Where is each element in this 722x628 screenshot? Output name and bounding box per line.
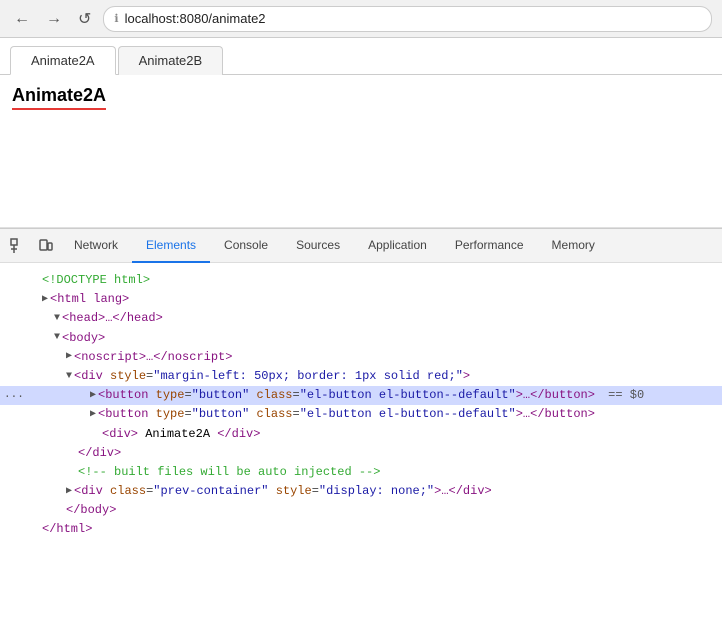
expand-arrow[interactable]: ▶ [90, 388, 96, 404]
expand-arrow[interactable]: ▶ [66, 484, 72, 500]
code-text: = [184, 405, 191, 424]
code-text: >…</div> [434, 482, 492, 501]
devtools-tab-sources[interactable]: Sources [282, 229, 354, 263]
code-line-body-close: </body> [0, 501, 722, 520]
device-toolbar-button[interactable] [32, 234, 60, 258]
code-text: "prev-container" [153, 482, 268, 501]
code-text: Animate2A [145, 425, 217, 444]
code-line-div-style: ▼ <div style="margin-left: 50px; border:… [0, 367, 722, 386]
reload-button[interactable]: ↺ [74, 7, 95, 31]
code-text: >…</button> [516, 386, 595, 405]
code-line-button-1[interactable]: ... ▶ <button type="button" class="el-bu… [0, 386, 722, 405]
code-text: <html lang> [50, 290, 129, 309]
code-text: > [463, 367, 470, 386]
page-heading: Animate2A [12, 85, 106, 110]
code-text: </div> [78, 444, 121, 463]
code-text: <div [74, 367, 110, 386]
page-content: Animate2A Animate2B Animate2A [0, 38, 722, 228]
expand-arrow[interactable]: ▶ [66, 349, 72, 365]
code-text: = [292, 386, 299, 405]
inspect-icon [10, 238, 26, 254]
code-text: = [146, 367, 153, 386]
code-text: <button [98, 386, 156, 405]
page-body: Animate2A [0, 74, 722, 120]
code-text: <div [74, 482, 110, 501]
code-text: <head>…</head> [62, 309, 163, 328]
code-line-html-close: </html> [0, 520, 722, 539]
code-text: >…</button> [516, 405, 595, 424]
back-button[interactable]: ← [10, 8, 34, 30]
code-text: <!DOCTYPE html> [42, 271, 150, 290]
code-text: "margin-left: 50px; border: 1px solid re… [153, 367, 463, 386]
devtools-tab-console[interactable]: Console [210, 229, 282, 263]
code-line-prev-container: ▶ <div class="prev-container" style="dis… [0, 482, 722, 501]
code-text [249, 386, 256, 405]
code-text: "button" [192, 405, 250, 424]
page-tab-animate2a[interactable]: Animate2A [10, 46, 116, 75]
code-line-doctype: <!DOCTYPE html> [0, 271, 722, 290]
devtools-tab-network[interactable]: Network [60, 229, 132, 263]
code-line-button-2: ▶ <button type="button" class="el-button… [0, 405, 722, 424]
line-dots: ... [4, 387, 24, 405]
code-text: "display: none;" [319, 482, 434, 501]
code-line-div-animate2a: <div> Animate2A </div> [0, 425, 722, 444]
expand-arrow[interactable]: ▼ [66, 369, 72, 385]
expand-arrow[interactable]: ▼ [54, 330, 60, 346]
code-line-noscript: ▶ <noscript>…</noscript> [0, 348, 722, 367]
code-text: = [292, 405, 299, 424]
devtools-tabs: Network Elements Console Sources Applica… [60, 229, 718, 263]
code-text: <noscript>…</noscript> [74, 348, 232, 367]
inspect-element-button[interactable] [4, 234, 32, 258]
code-line-html: ▶ <html lang> [0, 290, 722, 309]
device-icon [38, 238, 54, 254]
devtools-tab-performance[interactable]: Performance [441, 229, 538, 263]
devtools-content: <!DOCTYPE html> ▶ <html lang> ▼ <head>…<… [0, 263, 722, 628]
code-text: </div> [217, 425, 260, 444]
eq-dollar: == $0 [601, 386, 644, 405]
code-text: "el-button el-button--default" [300, 405, 516, 424]
code-line-div-close: </div> [0, 444, 722, 463]
code-text: style [276, 482, 312, 501]
code-text: </body> [66, 501, 116, 520]
devtools-toolbar: Network Elements Console Sources Applica… [0, 229, 722, 263]
expand-arrow[interactable]: ▼ [54, 311, 60, 327]
code-text: = [312, 482, 319, 501]
code-line-body-open: ▼ <body> [0, 329, 722, 348]
expand-arrow[interactable]: ▶ [42, 292, 48, 308]
devtools-tab-memory[interactable]: Memory [538, 229, 609, 263]
expand-arrow[interactable]: ▶ [90, 407, 96, 423]
code-text: type [156, 405, 185, 424]
code-text [268, 482, 275, 501]
code-text: class [256, 405, 292, 424]
code-text: class [110, 482, 146, 501]
url-text: localhost:8080/animate2 [125, 11, 266, 26]
devtools-tab-elements[interactable]: Elements [132, 229, 210, 263]
code-text: = [146, 482, 153, 501]
code-text: <body> [62, 329, 105, 348]
code-text: </html> [42, 520, 92, 539]
page-tabs: Animate2A Animate2B [0, 38, 722, 75]
devtools-tab-application[interactable]: Application [354, 229, 441, 263]
code-line-head: ▼ <head>…</head> [0, 309, 722, 328]
forward-button[interactable]: → [42, 8, 66, 30]
code-text: type [156, 386, 185, 405]
gutter: ... [4, 387, 24, 405]
code-text: <button [98, 405, 156, 424]
browser-chrome: ← → ↺ ℹ localhost:8080/animate2 [0, 0, 722, 38]
address-bar[interactable]: ℹ localhost:8080/animate2 [103, 6, 712, 32]
code-text: style [110, 367, 146, 386]
page-tab-animate2b[interactable]: Animate2B [118, 46, 224, 75]
lock-icon: ℹ [114, 12, 118, 25]
code-text: class [256, 386, 292, 405]
code-text: "el-button el-button--default" [300, 386, 516, 405]
code-line-comment: <!-- built files will be auto injected -… [0, 463, 722, 482]
code-text: = [184, 386, 191, 405]
code-text: <!-- built files will be auto injected -… [78, 463, 380, 482]
code-text: <div> [102, 425, 145, 444]
code-text: "button" [192, 386, 250, 405]
code-text [249, 405, 256, 424]
devtools-panel: Network Elements Console Sources Applica… [0, 228, 722, 628]
